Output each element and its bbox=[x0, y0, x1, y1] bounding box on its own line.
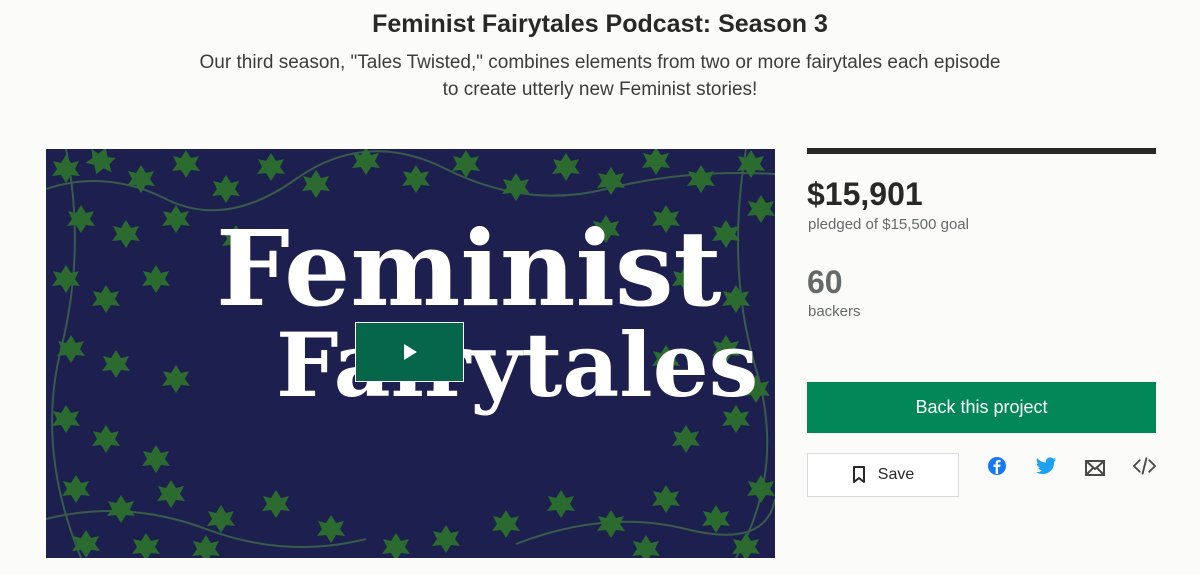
subtitle-line-2: to create utterly new Feminist stories! bbox=[442, 79, 758, 100]
funding-progress-bar bbox=[807, 148, 1156, 154]
project-video[interactable]: Feminist Fairytales bbox=[46, 149, 775, 558]
save-label: Save bbox=[877, 466, 915, 483]
play-button[interactable] bbox=[355, 322, 464, 382]
email-icon[interactable] bbox=[1085, 458, 1105, 478]
logo-text-feminist: Feminist bbox=[216, 207, 722, 330]
backers-caption: backers bbox=[808, 303, 861, 320]
bookmark-icon bbox=[852, 466, 865, 483]
funding-progress-fill bbox=[807, 148, 1156, 154]
facebook-icon[interactable] bbox=[987, 456, 1007, 476]
pledged-amount: $15,901 bbox=[807, 176, 923, 212]
play-icon bbox=[403, 344, 417, 360]
pledged-caption: pledged of $15,500 goal bbox=[808, 216, 969, 233]
page-subtitle: Our third season, "Tales Twisted," combi… bbox=[140, 49, 1060, 103]
embed-icon[interactable] bbox=[1133, 456, 1156, 476]
subtitle-line-1: Our third season, "Tales Twisted," combi… bbox=[199, 52, 1001, 73]
twitter-icon[interactable] bbox=[1036, 456, 1057, 476]
save-button[interactable]: Save bbox=[807, 453, 959, 497]
back-project-button[interactable]: Back this project bbox=[807, 382, 1156, 433]
page-title: Feminist Fairytales Podcast: Season 3 bbox=[372, 10, 828, 38]
logo-text-fairytales: Fairytales bbox=[276, 313, 759, 417]
backers-count: 60 bbox=[807, 264, 843, 300]
